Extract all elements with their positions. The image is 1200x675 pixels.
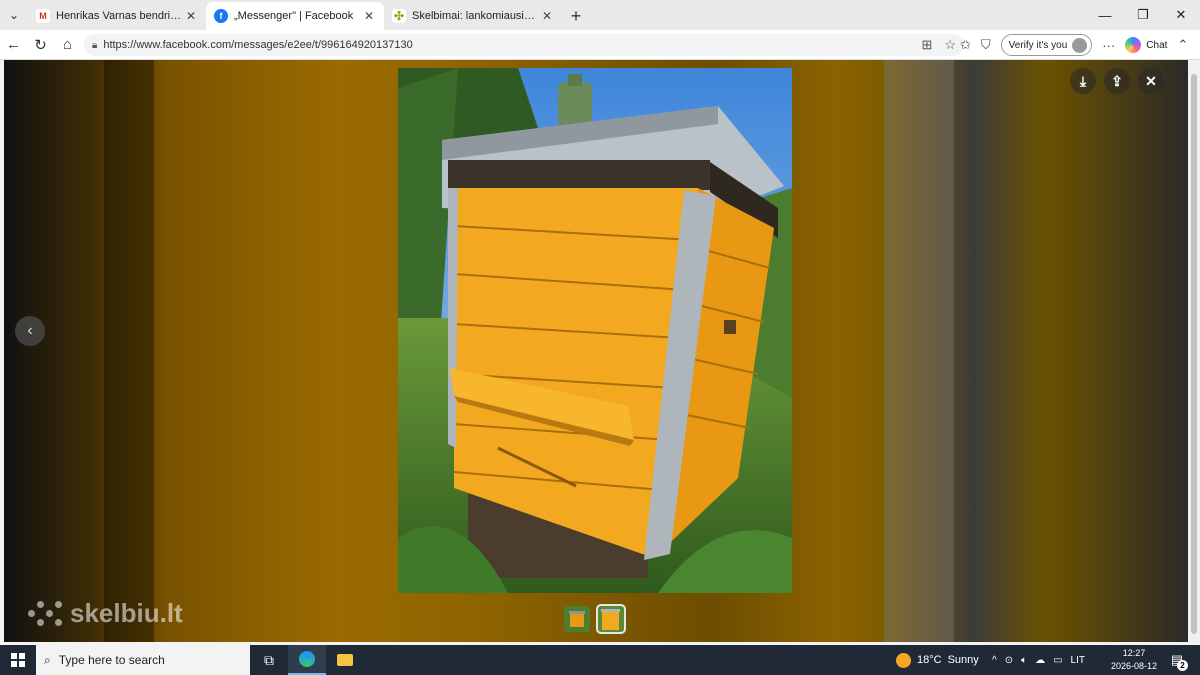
onedrive-cloud-icon[interactable]: ☁ (1035, 655, 1045, 666)
tab-title: Henrikas Varnas bendrino nuo (56, 10, 184, 22)
sun-icon (896, 652, 911, 668)
favorite-star-icon[interactable]: ☆ (944, 37, 956, 53)
language-indicator[interactable]: LIT (1071, 655, 1085, 666)
thumbnail-1[interactable] (564, 606, 590, 632)
chat-label: Chat (1146, 39, 1168, 51)
restore-icon[interactable]: ❐ (1124, 0, 1162, 30)
verify-label: Verify it's you (1008, 39, 1068, 51)
notification-count: 2 (1177, 660, 1188, 671)
copilot-chat-button[interactable]: Chat (1125, 37, 1167, 53)
tab-title: „Messenger" | Facebook (234, 10, 354, 22)
close-tab-icon[interactable]: ✕ (184, 9, 198, 23)
avatar (1072, 37, 1088, 53)
close-tab-icon[interactable]: ✕ (362, 9, 376, 23)
viewer-actions: ⤓ ⇪ ✕ (1070, 68, 1164, 94)
tab-title: Skelbimai: lankomiausias Lietuvoje (412, 10, 540, 22)
close-viewer-icon[interactable]: ✕ (1138, 68, 1164, 94)
app-available-icon[interactable]: ⊞ (921, 37, 932, 53)
copilot-icon (1125, 37, 1142, 53)
facebook-icon: f (214, 9, 228, 23)
location-icon[interactable]: ⊙ (1005, 655, 1013, 666)
clock-time: 12:27 (1122, 648, 1146, 658)
beehive-photo (398, 68, 792, 593)
windows-taskbar: ⌕ Type here to search ⧉ 18°C Sunny ^ ⊙ 🔈… (0, 645, 1200, 675)
taskbar-search-input[interactable]: ⌕ Type here to search (36, 645, 250, 675)
system-tray: ^ ⊙ 🔈︎ ☁ ▭ LIT (992, 645, 1085, 675)
page-scrollbar[interactable] (1188, 60, 1200, 642)
close-tab-icon[interactable]: ✕ (540, 9, 554, 23)
thumbnail-strip (564, 604, 626, 634)
tab-strip: ⌄ M Henrikas Varnas bendrino nuo ✕ f „Me… (0, 0, 1200, 30)
thumbnail-image (564, 606, 590, 632)
sidebar-toggle-chevron-icon[interactable]: ⌃ (1177, 37, 1188, 53)
favorites-icon[interactable]: ✩ (960, 37, 971, 53)
weather-temp: 18°C (917, 654, 942, 666)
tab-actions-chevron-icon[interactable]: ⌄ (0, 0, 28, 30)
refresh-icon[interactable]: ↻ (27, 30, 54, 60)
thumbnail-image (598, 606, 624, 632)
share-icon[interactable]: ⇪ (1104, 68, 1130, 94)
skelbiu-icon: ✣ (392, 9, 406, 23)
window-controls: — ❐ ✕ (1086, 0, 1200, 30)
tab-facebook[interactable]: f „Messenger" | Facebook ✕ (206, 2, 384, 30)
scrollbar-thumb[interactable] (1191, 74, 1197, 634)
skelbiu-watermark: skelbiu.lt (28, 598, 183, 629)
clock[interactable]: 12:27 2026-08-12 (1106, 647, 1162, 673)
thumbnail-2[interactable] (596, 604, 626, 634)
background-blur-band (104, 60, 154, 642)
gmail-icon: M (36, 9, 50, 23)
show-hidden-icons-chevron-icon[interactable]: ^ (992, 655, 997, 666)
search-placeholder: Type here to search (58, 653, 165, 667)
weather-text: Sunny (947, 654, 979, 666)
download-icon[interactable]: ⤓ (1070, 68, 1096, 94)
minimize-icon[interactable]: — (1086, 0, 1124, 30)
more-menu-icon[interactable]: ··· (1102, 38, 1115, 53)
new-tab-plus-icon[interactable]: + (562, 2, 590, 30)
skelbiu-logo-icon (28, 600, 64, 627)
browser-essentials-icon[interactable]: ⛉ (981, 37, 991, 53)
network-icon[interactable]: ▭ (1053, 655, 1062, 666)
previous-image-chevron-icon[interactable]: ‹ (15, 316, 45, 346)
profile-verify-button[interactable]: Verify it's you (1000, 34, 1093, 56)
address-bar[interactable]: 🔒︎ https://www.facebook.com/messages/e2e… (84, 34, 964, 56)
volume-icon[interactable]: 🔈︎ (1021, 655, 1027, 666)
weather-widget[interactable]: 18°C Sunny (896, 645, 979, 675)
close-window-icon[interactable]: ✕ (1162, 0, 1200, 30)
toolbar: ← ↻ ⌂ 🔒︎ https://www.facebook.com/messag… (0, 30, 1200, 60)
windows-start-icon[interactable] (0, 645, 36, 675)
back-arrow-icon[interactable]: ← (0, 30, 27, 60)
home-icon[interactable]: ⌂ (54, 30, 81, 60)
background-blur-band (884, 60, 954, 642)
media-viewer: ‹ ⤓ ⇪ ✕ skelbiu.lt (4, 60, 1188, 642)
tab-skelbiu[interactable]: ✣ Skelbimai: lankomiausias Lietuvoje ✕ (384, 2, 562, 30)
clock-date: 2026-08-12 (1110, 661, 1158, 671)
task-view-icon[interactable]: ⧉ (250, 645, 288, 675)
notification-center-icon[interactable]: ▤ 2 (1166, 649, 1188, 671)
search-icon: ⌕ (44, 652, 51, 667)
file-explorer-icon[interactable] (326, 645, 364, 675)
beehive-image (398, 68, 792, 593)
edge-browser-icon[interactable] (288, 645, 326, 675)
site-info-icon[interactable]: 🔒︎ (92, 40, 97, 51)
url-text: https://www.facebook.com/messages/e2ee/t… (103, 39, 413, 51)
tab-gmail[interactable]: M Henrikas Varnas bendrino nuo ✕ (28, 2, 206, 30)
watermark-text: skelbiu.lt (70, 598, 183, 628)
